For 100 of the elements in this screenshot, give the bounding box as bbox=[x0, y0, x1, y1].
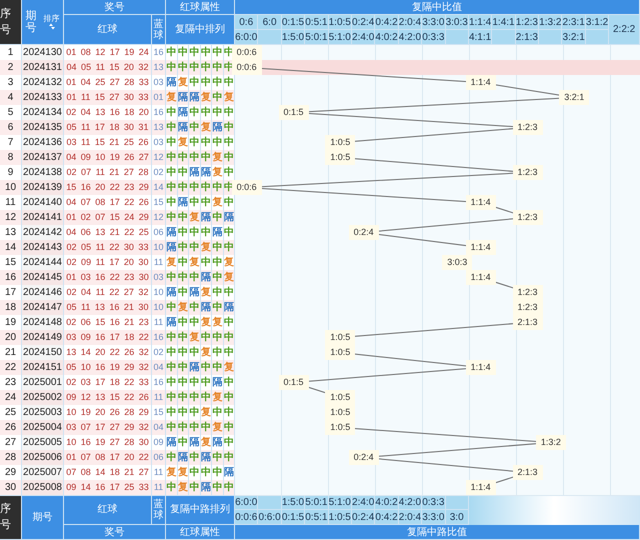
table-cell: 16 bbox=[152, 375, 166, 391]
table-cell: 01 08 12 17 19 24 bbox=[64, 45, 152, 61]
table-cell: 15 bbox=[0, 255, 22, 271]
column-header: 4:0:2 bbox=[375, 30, 399, 45]
table-cell: 中 bbox=[166, 105, 178, 121]
ratio-label: 1:1:4 bbox=[466, 195, 496, 210]
table-cell: 隔 bbox=[189, 435, 200, 451]
sort-icon bbox=[48, 22, 56, 30]
table-cell: 中 bbox=[166, 360, 178, 376]
table-cell: 02 bbox=[152, 345, 166, 361]
table-cell: 隔 bbox=[189, 165, 200, 181]
column-header: 2:1:3 bbox=[516, 30, 540, 45]
ratio-label: 1:3:2 bbox=[536, 435, 566, 450]
table-cell: 03 11 15 21 25 26 bbox=[64, 135, 152, 151]
ratio-label: 0:0:6 bbox=[232, 45, 262, 60]
column-header: 0:4:2 bbox=[375, 510, 399, 525]
table-cell: 中 bbox=[212, 465, 224, 481]
table-cell: 28 bbox=[0, 450, 22, 466]
table-cell: 隔 bbox=[212, 375, 224, 391]
ratio-label: 1:2:3 bbox=[512, 285, 543, 300]
table-cell: 03 bbox=[152, 270, 166, 286]
table-cell: 01 11 15 27 30 33 bbox=[64, 90, 152, 106]
table-cell: 04 07 08 17 22 26 bbox=[64, 195, 152, 211]
ratio-label: 1:1:4 bbox=[466, 480, 496, 495]
table-cell: 2024145 bbox=[22, 270, 64, 286]
table-cell: 10 bbox=[152, 300, 166, 316]
table-cell: 03 bbox=[152, 75, 166, 91]
ratio-label: 0:0:6 bbox=[232, 180, 262, 195]
table-cell: 2024147 bbox=[22, 300, 64, 316]
column-header: 5:1:0 bbox=[328, 30, 352, 45]
table-cell: 4 bbox=[0, 90, 22, 106]
table-cell: 10 bbox=[152, 285, 166, 301]
table-cell: 2024136 bbox=[22, 135, 64, 151]
table-cell: 中 bbox=[166, 60, 178, 76]
table-cell: 中 bbox=[189, 375, 200, 391]
table-cell: 11 bbox=[0, 195, 22, 211]
table-cell: 中 bbox=[166, 300, 178, 316]
table-cell: 23 bbox=[0, 375, 22, 391]
table-cell: 02 03 17 18 22 33 bbox=[64, 375, 152, 391]
table-cell: 中 bbox=[166, 330, 178, 346]
table-cell: 中 bbox=[189, 45, 200, 61]
table-cell: 2024144 bbox=[22, 255, 64, 271]
table-cell: 12 bbox=[152, 210, 166, 226]
column-header: 期号 bbox=[22, 495, 64, 540]
table-cell: 中 bbox=[166, 375, 178, 391]
column-header: 1:2:3 bbox=[516, 15, 540, 30]
ratio-label: 1:2:3 bbox=[512, 165, 543, 180]
table-cell: 中 bbox=[212, 480, 224, 496]
table-cell: 02 05 11 22 30 33 bbox=[64, 240, 152, 256]
column-header: 0:5:1 bbox=[305, 510, 329, 525]
ratio-label: 0:0:6 bbox=[232, 60, 262, 75]
table-cell: 16 bbox=[152, 105, 166, 121]
table-cell: 14 bbox=[152, 180, 166, 196]
table-cell: 隔 bbox=[200, 480, 212, 496]
sort-button[interactable]: 排序 bbox=[44, 14, 60, 30]
table-cell: 中 bbox=[189, 390, 200, 406]
table-cell: 13 bbox=[152, 60, 166, 76]
table-cell: 中 bbox=[166, 195, 178, 211]
table-cell: 04 06 13 21 22 25 bbox=[64, 225, 152, 241]
table-cell: 中 bbox=[212, 270, 224, 286]
table-cell: 隔 bbox=[212, 435, 224, 451]
ratio-label: 1:0:5 bbox=[325, 150, 356, 165]
table-cell: 01 bbox=[152, 90, 166, 106]
column-header: 5:0:1 bbox=[305, 495, 329, 510]
ratio-label: 1:0:5 bbox=[325, 345, 356, 360]
column-header: 复隔中路排列 bbox=[166, 495, 235, 525]
column-header: 1:4:1 bbox=[492, 15, 516, 30]
table-cell: 09 bbox=[152, 435, 166, 451]
table-cell: 中 bbox=[189, 150, 200, 166]
table-cell: 27 bbox=[0, 435, 22, 451]
table-cell: 中 bbox=[212, 405, 224, 421]
table-cell: 中 bbox=[166, 270, 178, 286]
table-cell: 16 bbox=[0, 270, 22, 286]
table-cell: 02 04 11 22 27 32 bbox=[64, 285, 152, 301]
column-header: 复隔中比值 bbox=[235, 0, 640, 15]
table-cell: 2024149 bbox=[22, 330, 64, 346]
table-cell: 复 bbox=[166, 90, 178, 106]
table-cell: 复 bbox=[212, 420, 224, 436]
column-header: 2:2:2 bbox=[609, 15, 640, 45]
column-header: 0:2:4 bbox=[352, 510, 376, 525]
table-cell: 复 bbox=[178, 480, 189, 496]
table-cell: 2024133 bbox=[22, 90, 64, 106]
column-header: 2:4:0 bbox=[352, 30, 376, 45]
table-cell: 2024131 bbox=[22, 60, 64, 76]
table-cell: 中 bbox=[212, 60, 224, 76]
ratio-label: 2:1:3 bbox=[512, 315, 543, 330]
column-header: 序号 bbox=[0, 0, 22, 45]
column-header: 红球 bbox=[64, 495, 152, 525]
column-header: 6:0:0 bbox=[235, 495, 258, 510]
table-cell: 隔 bbox=[189, 360, 200, 376]
column-header: 4:1:1 bbox=[468, 30, 492, 45]
ratio-label: 1:0:5 bbox=[325, 135, 356, 150]
ratio-label: 1:0:5 bbox=[325, 420, 356, 435]
table-cell: 13 bbox=[0, 225, 22, 241]
table-cell: 15 bbox=[152, 405, 166, 421]
table-cell: 中 bbox=[189, 75, 200, 91]
table-cell: 中 bbox=[166, 345, 178, 361]
table-cell: 中 bbox=[189, 105, 200, 121]
ratio-label: 1:2:3 bbox=[512, 120, 543, 135]
column-header: 4:2:0 bbox=[398, 30, 422, 45]
